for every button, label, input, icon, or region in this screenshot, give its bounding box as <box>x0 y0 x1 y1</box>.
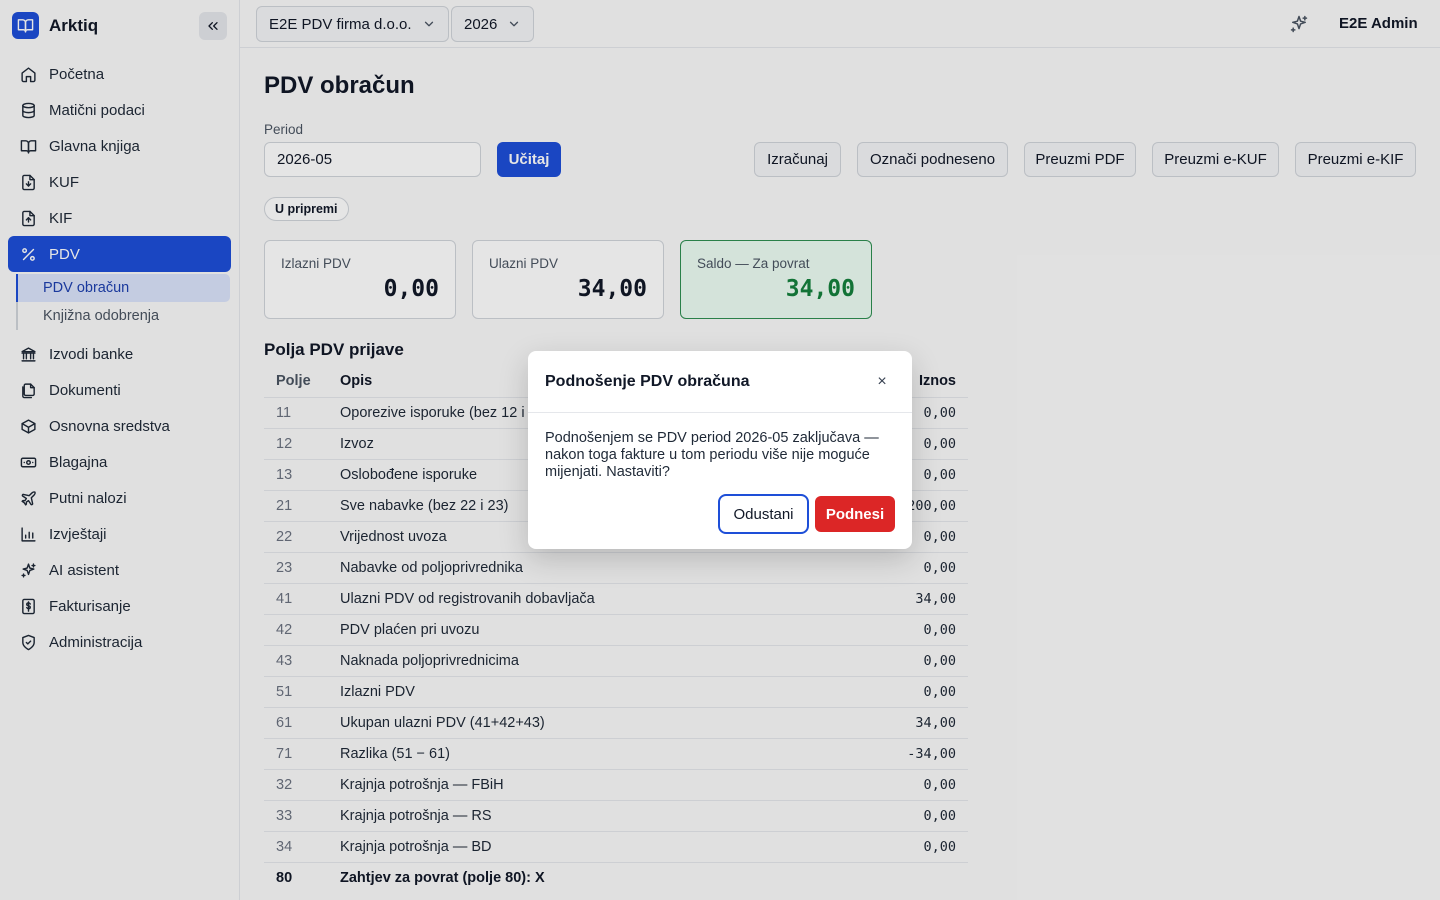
dialog-header: Podnošenje PDV obračuna <box>528 351 912 413</box>
close-icon[interactable]: × <box>874 374 890 390</box>
submit-vat-dialog: Podnošenje PDV obračuna × Podnošenjem se… <box>528 351 912 549</box>
submit-button[interactable]: Podnesi <box>815 496 895 532</box>
dialog-message: Podnošenjem se PDV period 2026-05 zaklju… <box>545 430 879 480</box>
cancel-button[interactable]: Odustani <box>718 494 809 534</box>
dialog-title: Podnošenje PDV obračuna <box>545 372 750 390</box>
